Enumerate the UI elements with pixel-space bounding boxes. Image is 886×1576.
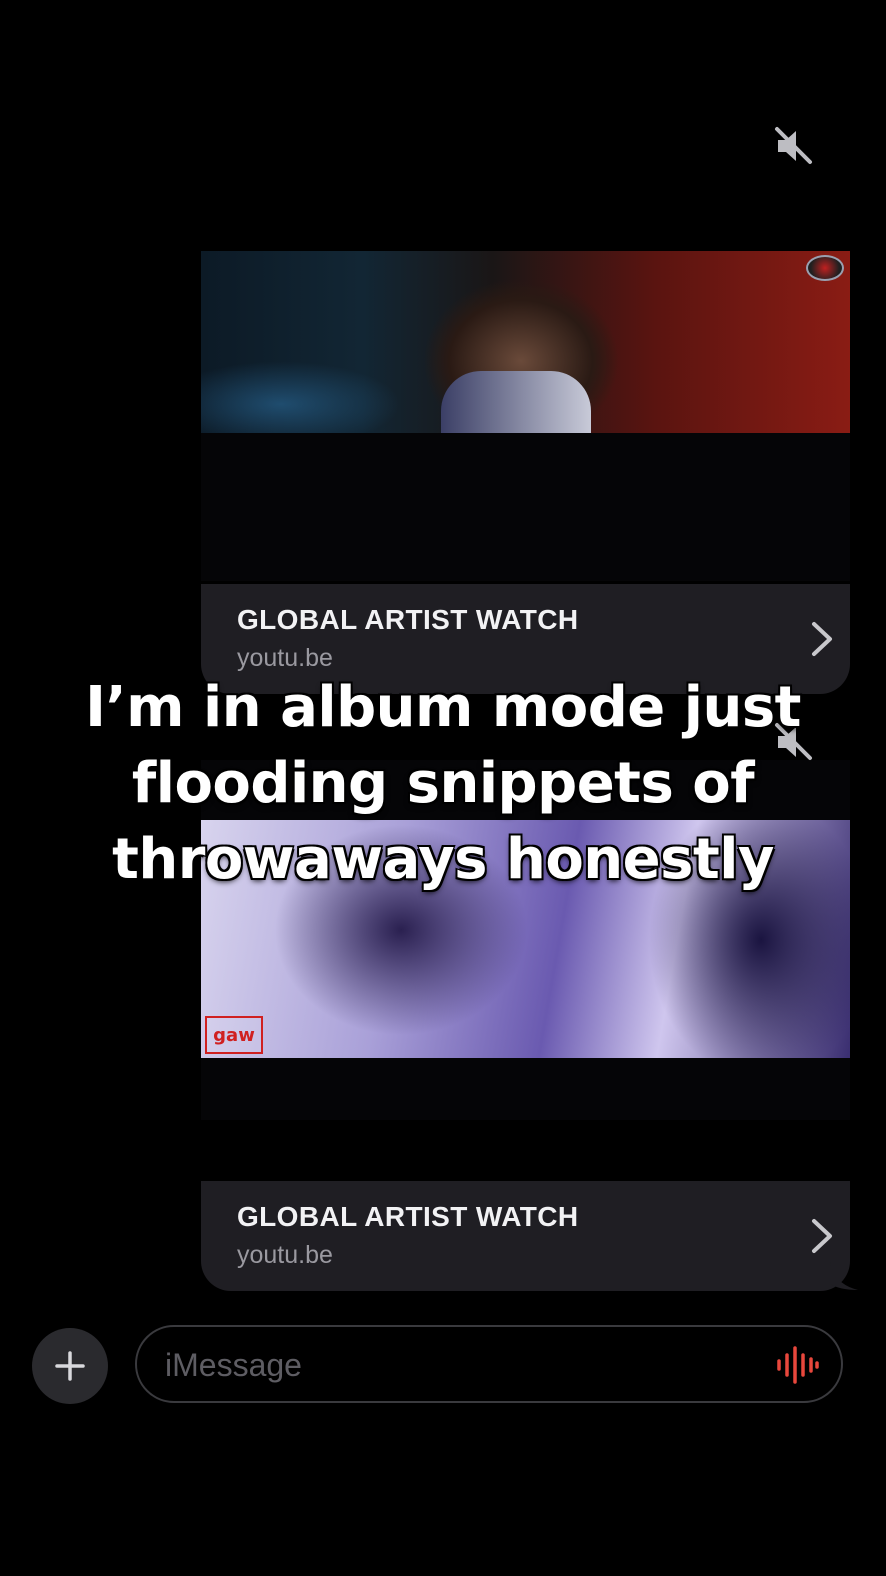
add-attachment-button[interactable] [32,1328,108,1404]
caption-overlay: I’m in album mode just flooding snippets… [85,675,801,892]
message-input[interactable]: iMessage [135,1325,843,1403]
link-domain: youtu.be [237,644,333,672]
video-thumbnail[interactable] [201,251,850,581]
chevron-right-icon [812,1219,832,1253]
link-domain: youtu.be [237,1241,333,1269]
message-placeholder: iMessage [165,1347,302,1383]
bubble-tail [830,1262,858,1290]
link-title: GLOBAL ARTIST WATCH [237,604,579,635]
plus-icon [55,1351,85,1381]
mute-icon[interactable] [772,124,816,168]
video-frame [201,251,850,433]
link-preview[interactable]: GLOBAL ARTIST WATCH youtu.be [201,1181,850,1291]
waveform-icon[interactable] [775,1345,819,1385]
channel-logo-icon [806,255,844,281]
chevron-right-icon [812,622,832,656]
link-title: GLOBAL ARTIST WATCH [237,1201,579,1232]
watermark-logo: gaw [205,1016,263,1054]
